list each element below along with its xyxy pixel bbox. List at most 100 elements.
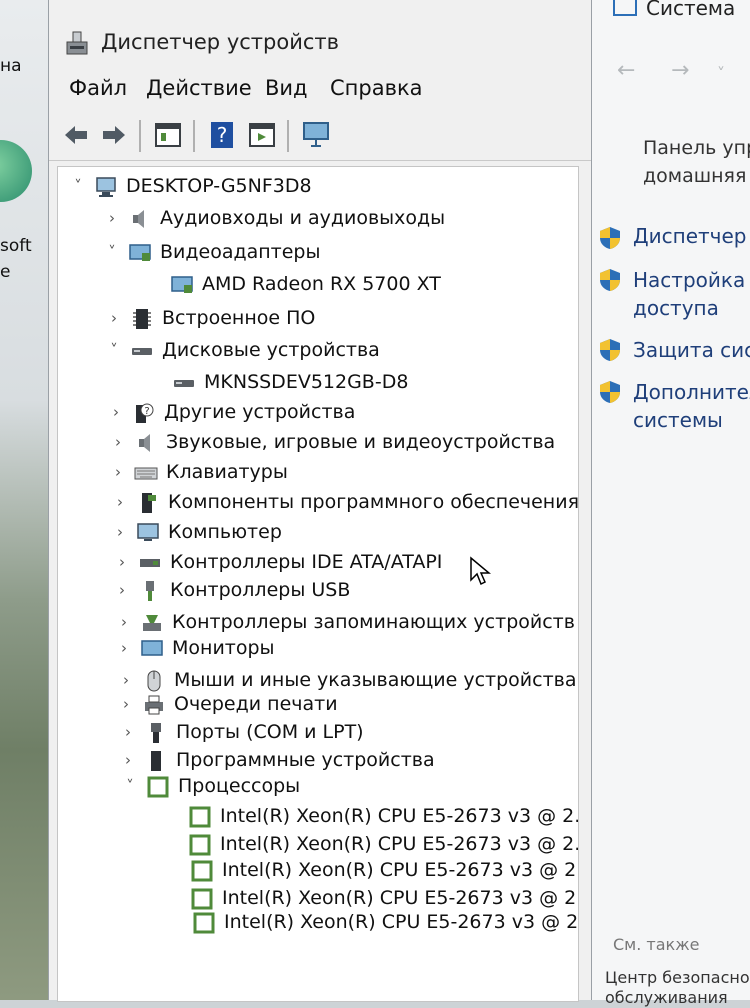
- security-center-link[interactable]: Центр безопасно обслуживания: [605, 968, 750, 1008]
- chevron-right-icon[interactable]: ›: [118, 695, 134, 713]
- speaker-icon: [139, 434, 150, 452]
- chevron-down-icon[interactable]: ˅: [122, 777, 138, 795]
- processor-icon: [191, 888, 213, 910]
- control-panel-home-link[interactable]: Панель упр домашняя: [643, 134, 750, 190]
- back-nav-button[interactable]: ←: [617, 58, 635, 83]
- menu-action[interactable]: Действие: [146, 76, 252, 100]
- desktop-app-icon[interactable]: [0, 140, 32, 202]
- system-control-panel: Система ← → ˅ Панель упр домашняя Диспет…: [590, 0, 750, 1007]
- processor-icon: [191, 860, 213, 882]
- see-also-heading: См. также: [613, 935, 700, 954]
- panel-home-line2: домашняя: [643, 165, 747, 187]
- keyboard-icon: [134, 467, 158, 480]
- tree-item-label: Звуковые, игровые и видеоустройства: [166, 431, 556, 453]
- tree-item-label: Аудиовходы и аудиовыходы: [160, 207, 446, 229]
- desktop-text-fragment: на: [0, 56, 22, 76]
- chevron-right-icon[interactable]: ›: [112, 493, 128, 511]
- menu-file[interactable]: Файл: [69, 76, 127, 100]
- link-line: Дополнител: [633, 380, 750, 404]
- chevron-right-icon[interactable]: ›: [120, 751, 136, 769]
- help-icon[interactable]: ?: [207, 120, 237, 150]
- link-line: Центр безопасно: [605, 968, 750, 987]
- firmware-icon: [133, 309, 151, 329]
- link-line: Защита сис: [633, 338, 750, 362]
- processor-icon: [189, 834, 211, 856]
- chevron-down-icon[interactable]: ˅: [70, 177, 86, 195]
- monitor-scan-icon[interactable]: [301, 120, 331, 150]
- shield-icon: [600, 269, 620, 291]
- shield-icon: [600, 339, 620, 361]
- chevron-right-icon[interactable]: ›: [104, 209, 120, 227]
- chevron-right-icon[interactable]: ›: [114, 553, 130, 571]
- computer-icon: [96, 177, 116, 197]
- tree-item-label: Intel(R) Xeon(R) CPU E5-2673 v3 @ 2.40GH: [220, 805, 578, 827]
- chevron-right-icon[interactable]: ›: [116, 639, 132, 657]
- unknown-device-icon: ?: [136, 403, 154, 423]
- link-line: обслуживания: [605, 988, 728, 1007]
- link-line: Диспетчер: [633, 224, 747, 248]
- chevron-right-icon[interactable]: ›: [116, 613, 132, 631]
- chevron-right-icon[interactable]: ›: [106, 309, 122, 327]
- software-device-icon: [151, 751, 161, 771]
- system-icon: [613, 0, 637, 16]
- device-manager-link[interactable]: Диспетчер: [633, 222, 746, 250]
- title-bar[interactable]: Диспетчер устройств: [49, 20, 591, 64]
- storage-controller-icon: [143, 615, 161, 631]
- chevron-down-icon[interactable]: ˅: [104, 243, 120, 261]
- tree-item-label: Контроллеры IDE ATA/ATAPI: [170, 551, 443, 573]
- chevron-right-icon[interactable]: ›: [110, 463, 126, 481]
- tree-item-label: Видеоадаптеры: [160, 241, 321, 263]
- shield-icon: [600, 227, 620, 249]
- window-title: Диспетчер устройств: [101, 30, 340, 54]
- svg-text:?: ?: [144, 406, 149, 417]
- port-icon: [151, 723, 161, 743]
- computer-icon: [137, 523, 159, 541]
- tree-item-label: Контроллеры запоминающих устройств: [172, 611, 575, 633]
- forward-icon[interactable]: [99, 120, 129, 150]
- tree-item-label: Программные устройства: [176, 749, 435, 771]
- system-title: Система: [646, 0, 736, 20]
- shield-icon: [600, 381, 620, 403]
- tree-item-label: Клавиатуры: [166, 461, 288, 483]
- disk-icon: [174, 380, 194, 387]
- mouse-icon: [147, 670, 161, 692]
- link-line: доступа: [633, 296, 719, 320]
- speaker-icon: [133, 210, 144, 228]
- toolbar-separator: [139, 120, 141, 152]
- remote-access-link[interactable]: Настройка доступа: [633, 266, 745, 322]
- action-pane-icon[interactable]: [247, 120, 277, 150]
- toolbar-separator: [287, 120, 289, 152]
- back-icon[interactable]: [61, 120, 91, 150]
- processor-icon: [189, 806, 211, 828]
- chevron-down-icon[interactable]: ˅: [106, 341, 122, 359]
- tree-item-label: Intel(R) Xeon(R) CPU E5-2673 v3 @ 2.40GH: [222, 859, 578, 881]
- tree-item-label: MKNSSDEV512GB-D8: [204, 371, 409, 393]
- forward-nav-button[interactable]: →: [671, 58, 689, 83]
- link-line: системы: [633, 408, 723, 432]
- tree-item-label: Компоненты программного обеспечения: [168, 491, 579, 513]
- desktop-text-fragment: soft: [0, 236, 32, 256]
- system-protection-link[interactable]: Защита сис: [633, 336, 750, 364]
- chevron-right-icon[interactable]: ›: [112, 523, 128, 541]
- chevron-right-icon[interactable]: ›: [114, 581, 130, 599]
- chevron-right-icon[interactable]: ›: [110, 433, 126, 451]
- chevron-right-icon[interactable]: ›: [108, 403, 124, 421]
- chevron-right-icon[interactable]: ›: [118, 671, 134, 689]
- properties-icon[interactable]: [153, 120, 183, 150]
- chevron-right-icon[interactable]: ›: [120, 723, 136, 741]
- device-tree: ˅ DESKTOP-G5NF3D8 › Аудиовходы и аудиовы…: [57, 166, 579, 1002]
- software-component-icon: [142, 493, 156, 513]
- desktop-text-fragment: e: [0, 262, 11, 282]
- menu-view[interactable]: Вид: [265, 76, 308, 100]
- advanced-settings-link[interactable]: Дополнител системы: [633, 378, 750, 434]
- tree-item-label: Мониторы: [172, 637, 275, 659]
- tree-item-label: Другие устройства: [164, 401, 356, 423]
- disk-icon: [132, 348, 152, 355]
- tree-item-label: Intel(R) Xeon(R) CPU E5-2673 v3 @ 2.40GH: [222, 887, 578, 909]
- tree-item-label: Мыши и иные указывающие устройства: [174, 669, 577, 691]
- menu-help[interactable]: Справка: [330, 76, 423, 100]
- monitor-icon: [141, 640, 163, 656]
- panel-home-line1: Панель упр: [643, 137, 750, 159]
- chevron-down-icon[interactable]: ˅: [717, 64, 725, 83]
- tree-item-label: Дисковые устройства: [162, 339, 380, 361]
